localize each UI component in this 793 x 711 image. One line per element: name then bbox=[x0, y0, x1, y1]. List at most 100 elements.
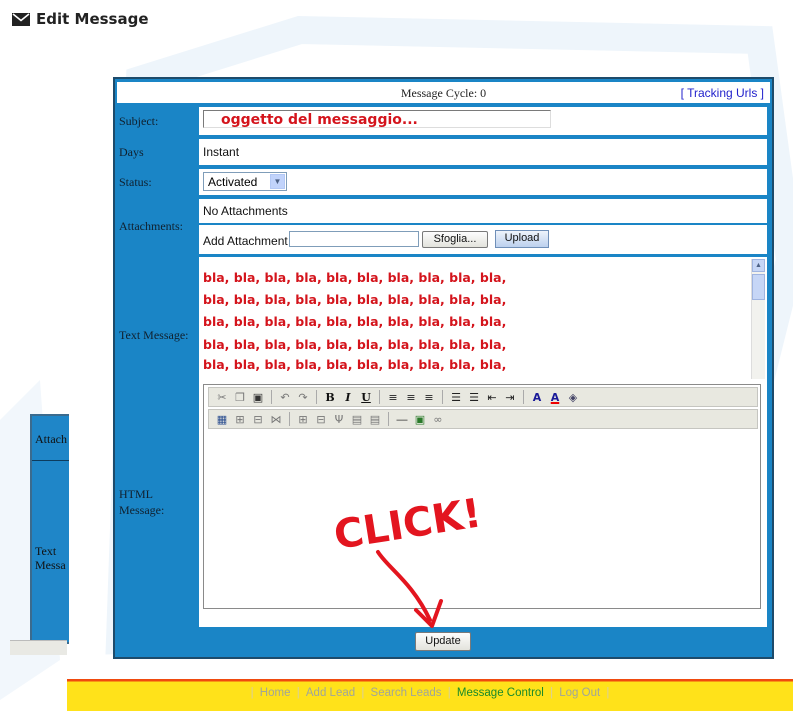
subject-label: Subject: bbox=[119, 114, 159, 128]
toolbar-separator bbox=[289, 412, 290, 426]
italic-button[interactable]: I bbox=[341, 391, 355, 404]
status-label: Status: bbox=[119, 175, 152, 189]
nav-message-control[interactable]: Message Control bbox=[454, 687, 547, 699]
toolbar-separator bbox=[442, 390, 443, 404]
footer-nav-links: | Home | Add Lead | Search Leads | Messa… bbox=[67, 687, 793, 699]
table-icon[interactable]: ▦ bbox=[215, 413, 229, 426]
attachments-list-cell: No Attachments bbox=[199, 199, 767, 223]
redo-icon[interactable]: ↷ bbox=[296, 391, 310, 404]
text-message-label: Text Message: bbox=[119, 328, 189, 342]
subject-cell: oggetto del messaggio... bbox=[199, 107, 767, 135]
status-select[interactable]: Activated ▼ bbox=[203, 172, 287, 191]
status-value: Activated bbox=[208, 175, 258, 189]
attachments-label: Attachments: bbox=[119, 219, 183, 233]
days-cell: Instant bbox=[199, 139, 767, 165]
indent-icon[interactable]: ⇥ bbox=[503, 391, 517, 404]
link-icon[interactable]: ∞ bbox=[431, 413, 445, 426]
page-header: Edit Message bbox=[12, 10, 149, 28]
add-attachment-cell: Add Attachment Sfoglia... Upload bbox=[199, 225, 767, 254]
copy-icon[interactable]: ❐ bbox=[233, 391, 247, 404]
tracking-urls-link[interactable]: [ Tracking Urls ] bbox=[681, 86, 764, 100]
background-panel-ghost: Attach Text Messa bbox=[30, 414, 69, 644]
delete-row-icon[interactable]: ⊟ bbox=[314, 413, 328, 426]
insert-image-icon[interactable]: ▣ bbox=[413, 413, 427, 426]
text-line: bla, bla, bla, bla, bla, bla, bla, bla, … bbox=[203, 357, 507, 372]
align-center-icon[interactable]: ≡ bbox=[404, 391, 418, 404]
unordered-list-icon[interactable]: ☰ bbox=[467, 391, 481, 404]
delete-column-icon[interactable]: ⊟ bbox=[251, 413, 265, 426]
font-color-button[interactable]: A bbox=[530, 391, 544, 404]
toolbar-separator bbox=[388, 412, 389, 426]
nav-add-lead[interactable]: Add Lead bbox=[303, 687, 358, 699]
footer-nav: | Home | Add Lead | Search Leads | Messa… bbox=[67, 679, 793, 711]
scroll-thumb[interactable] bbox=[752, 274, 765, 300]
cycle-cell: Message Cycle: 0 [ Tracking Urls ] bbox=[117, 82, 770, 103]
text-line: bla, bla, bla, bla, bla, bla, bla, bla, … bbox=[203, 292, 507, 307]
cell-properties-icon[interactable]: ▤ bbox=[350, 413, 364, 426]
paint-bucket-icon[interactable]: ◈ bbox=[566, 391, 580, 404]
message-cycle: Message Cycle: 0 bbox=[400, 86, 487, 100]
cut-icon[interactable]: ✂ bbox=[215, 391, 229, 404]
nav-divider: | bbox=[447, 687, 451, 699]
text-message-textarea[interactable]: bla, bla, bla, bla, bla, bla, bla, bla, … bbox=[201, 257, 767, 381]
add-attachment-label: Add Attachment bbox=[203, 234, 288, 248]
align-left-icon[interactable]: ≡ bbox=[386, 391, 400, 404]
no-attachments-text: No Attachments bbox=[203, 204, 288, 218]
chevron-down-icon[interactable]: ▼ bbox=[270, 174, 285, 189]
nav-divider: | bbox=[296, 687, 300, 699]
status-row: Status: Activated ▼ bbox=[115, 169, 772, 195]
row-properties-icon[interactable]: ▤ bbox=[368, 413, 382, 426]
message-cycle-row: Message Cycle: 0 [ Tracking Urls ] bbox=[115, 79, 772, 103]
text-line: bla, bla, bla, bla, bla, bla, bla, bla, … bbox=[203, 337, 507, 352]
merge-cells-icon[interactable]: ⋈ bbox=[269, 413, 283, 426]
arrow-icon bbox=[376, 550, 432, 622]
nav-home[interactable]: Home bbox=[257, 687, 294, 699]
ghost-divider bbox=[32, 460, 69, 461]
ghost-label-text-message: Text Messa bbox=[35, 544, 66, 572]
outdent-icon[interactable]: ⇤ bbox=[485, 391, 499, 404]
text-message-cell: bla, bla, bla, bla, bla, bla, bla, bla, … bbox=[199, 257, 767, 381]
highlight-color-button[interactable]: A bbox=[548, 391, 562, 404]
subject-row: Subject: oggetto del messaggio... bbox=[115, 107, 772, 135]
nav-log-out[interactable]: Log Out bbox=[556, 687, 603, 699]
subject-input[interactable]: oggetto del messaggio... bbox=[203, 110, 551, 128]
click-annotation: CLICK! bbox=[331, 490, 485, 628]
ghost-label-attach: Attach bbox=[35, 432, 67, 446]
ghost-scrollbar bbox=[10, 640, 67, 655]
editor-toolbar-row-2: ▦ ⊞ ⊟ ⋈ ⊞ ⊟ Ψ ▤ ▤ ― ▣ ∞ bbox=[208, 409, 758, 429]
text-message-row: Text Message: bla, bla, bla, bla, bla, b… bbox=[115, 257, 772, 381]
ordered-list-icon[interactable]: ☰ bbox=[449, 391, 463, 404]
toolbar-separator bbox=[379, 390, 380, 404]
paste-icon[interactable]: ▣ bbox=[251, 391, 265, 404]
status-cell: Activated ▼ bbox=[199, 169, 767, 195]
undo-icon[interactable]: ↶ bbox=[278, 391, 292, 404]
days-value: Instant bbox=[203, 145, 240, 159]
insert-row-icon[interactable]: ⊞ bbox=[296, 413, 310, 426]
subject-value: oggetto del messaggio... bbox=[221, 112, 418, 128]
upload-button[interactable]: Upload bbox=[495, 230, 549, 248]
nav-divider: | bbox=[606, 687, 610, 699]
browse-button[interactable]: Sfoglia... bbox=[422, 231, 488, 248]
scroll-up-icon[interactable]: ▲ bbox=[752, 259, 765, 272]
nav-divider: | bbox=[550, 687, 554, 699]
envelope-icon bbox=[12, 12, 30, 26]
text-line: bla, bla, bla, bla, bla, bla, bla, bla, … bbox=[203, 270, 507, 285]
html-message-label: HTML Message: bbox=[119, 487, 165, 517]
nav-search-leads[interactable]: Search Leads bbox=[368, 687, 445, 699]
toolbar-separator bbox=[271, 390, 272, 404]
horizontal-rule-icon[interactable]: ― bbox=[395, 413, 409, 426]
nav-divider: | bbox=[250, 687, 254, 699]
text-line: bla, bla, bla, bla, bla, bla, bla, bla, … bbox=[203, 314, 507, 329]
align-right-icon[interactable]: ≡ bbox=[422, 391, 436, 404]
attachments-row: Attachments: No Attachments Add Attachme… bbox=[115, 199, 772, 254]
underline-button[interactable]: U bbox=[359, 391, 373, 404]
days-label: Days bbox=[119, 145, 144, 159]
insert-column-icon[interactable]: ⊞ bbox=[233, 413, 247, 426]
attachment-file-input[interactable] bbox=[289, 231, 419, 247]
split-cell-icon[interactable]: Ψ bbox=[332, 413, 346, 426]
page-title: Edit Message bbox=[36, 10, 149, 28]
click-annotation-text: CLICK! bbox=[331, 490, 485, 559]
bold-button[interactable]: B bbox=[323, 391, 337, 404]
editor-toolbar-row-1: ✂ ❐ ▣ ↶ ↷ B I U ≡ ≡ ≡ ☰ ☰ ⇤ ⇥ A A ◈ bbox=[208, 387, 758, 407]
text-message-scrollbar[interactable]: ▲ bbox=[751, 259, 765, 379]
